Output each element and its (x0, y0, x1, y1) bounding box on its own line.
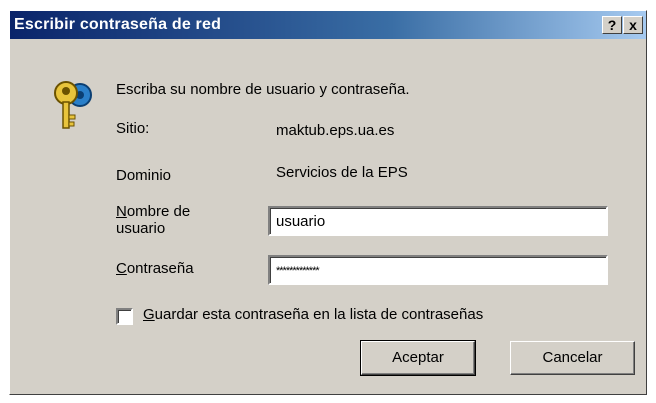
password-label: Contraseña (116, 260, 194, 277)
password-input[interactable]: ************* (268, 255, 608, 285)
save-password-checkbox[interactable] (116, 308, 133, 325)
network-password-dialog: Escribir contraseña de red ? x Escriba s… (9, 10, 647, 395)
help-button[interactable]: ? (602, 16, 622, 34)
close-button[interactable]: x (623, 16, 643, 34)
domain-value: Servicios de la EPS (276, 164, 408, 181)
username-input[interactable]: usuario (268, 206, 608, 236)
title-bar[interactable]: Escribir contraseña de red ? x (10, 11, 646, 39)
username-label: Nombre de usuario (116, 203, 191, 237)
site-value: maktub.eps.ua.es (276, 122, 395, 139)
keys-icon (48, 79, 100, 139)
save-password-label[interactable]: Guardar esta contraseña en la lista de c… (143, 306, 483, 323)
domain-label: Dominio (116, 167, 172, 184)
window-title: Escribir contraseña de red (14, 16, 222, 33)
site-label: Sitio: (116, 120, 150, 137)
ok-button[interactable]: Aceptar (360, 340, 476, 376)
prompt-text: Escriba su nombre de usuario y contraseñ… (116, 81, 410, 98)
cancel-button[interactable]: Cancelar (510, 341, 635, 375)
